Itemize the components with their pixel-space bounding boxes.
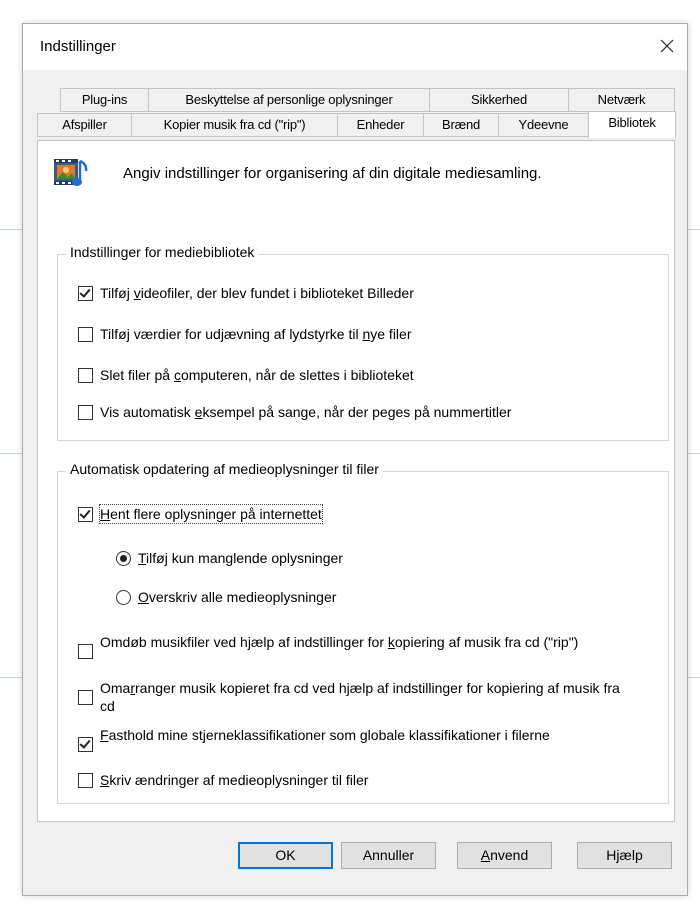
checkbox-box[interactable] [78,405,93,420]
checkbox-label: Skriv ændringer af medieoplysninger til … [100,772,369,788]
close-icon [660,39,674,53]
checkbox-label: Tilføj værdier for udjævning af lydstyrk… [100,326,412,342]
tab-library[interactable]: Bibliotek [588,111,676,138]
cancel-button[interactable]: Annuller [341,842,436,869]
checkbox-label: Hent flere oplysninger på internettet [99,504,323,524]
auto-update-group: Automatisk opdatering af medieoplysninge… [57,461,669,804]
checkbox-label: Fasthold mine stjerneklassifikationer so… [100,727,550,743]
checkbox-label: Tilføj videofiler, der blev fundet i bib… [100,285,414,301]
options-dialog: Indstillinger Plug-ins Beskyttelse af pe… [22,23,688,896]
header-description: Angiv indstillinger for organisering af … [123,165,542,182]
radio-label: Overskriv alle medieoplysninger [138,589,337,605]
tab-plugins[interactable]: Plug-ins [60,88,149,112]
background-line [0,453,22,454]
group-title: Automatisk opdatering af medieoplysninge… [66,461,383,477]
checkbox-box[interactable] [78,327,93,342]
tab-player[interactable]: Afspiller [37,113,132,137]
checkbox-label: Vis automatisk eksempel på sange, når de… [100,404,512,420]
background-line [0,229,22,230]
tab-security[interactable]: Sikkerhed [429,88,569,112]
window-title: Indstillinger [40,38,116,55]
checkbox-box[interactable] [78,286,93,301]
tab-performance[interactable]: Ydeevne [498,113,589,137]
background-line [686,677,700,678]
background-line [686,453,700,454]
checkbox-box[interactable] [78,507,93,522]
apply-button[interactable]: Anvend [457,842,552,869]
tab-privacy[interactable]: Beskyttelse af personlige oplysninger [148,88,430,112]
checkbox-box[interactable] [78,368,93,383]
library-tab-panel: Angiv indstillinger for organisering af … [37,140,675,822]
group-title: Indstillinger for mediebibliotek [66,244,259,260]
checkbox-box[interactable] [78,737,93,752]
background-line [686,229,700,230]
close-button[interactable] [653,34,681,60]
radio-circle[interactable] [116,551,131,566]
ok-button[interactable]: OK [238,842,333,869]
media-library-icon [54,159,88,186]
background-line [0,677,22,678]
library-settings-group: Indstillinger for mediebibliotek Tilføj … [57,244,669,441]
tab-rip-music[interactable]: Kopier musik fra cd ("rip") [131,113,338,137]
checkbox-label: Omarranger musik kopieret fra cd ved hjæ… [100,680,620,714]
title-bar: Indstillinger [23,24,687,70]
radio-circle[interactable] [116,590,131,605]
tab-devices[interactable]: Enheder [337,113,424,137]
radio-label: Tilføj kun manglende oplysninger [138,550,343,566]
help-button[interactable]: Hjælp [577,842,672,869]
tab-burn[interactable]: Brænd [423,113,499,137]
checkbox-box[interactable] [78,773,93,788]
checkbox-label: Omdøb musikfiler ved hjælp af indstillin… [100,634,579,650]
tab-network[interactable]: Netværk [568,88,675,112]
checkbox-label: Slet filer på computeren, når de slettes… [100,367,414,383]
checkbox-box[interactable] [78,644,93,659]
checkbox-box[interactable] [78,690,93,705]
